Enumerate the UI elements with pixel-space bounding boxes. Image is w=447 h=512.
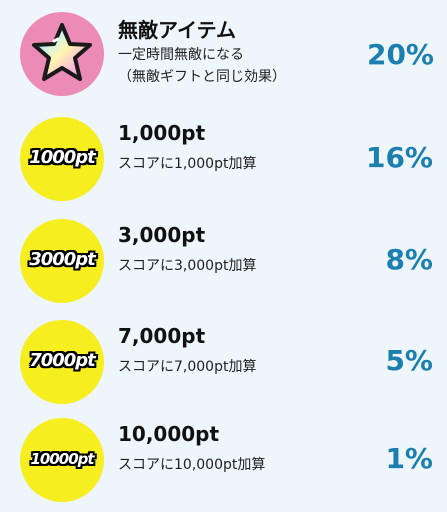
item-description: スコアに7,000pt加算 [118,359,257,375]
points-badge-icon: 10000pt [20,418,104,502]
item-rate: 8% [385,243,433,276]
item-description: 一定時間無敵になる （無敵ギフトと同じ効果） [118,44,286,88]
points-badge-icon: 1000pt [20,117,104,201]
list-item: 3000pt 3,000pt スコアに3,000pt加算 8% [0,215,447,307]
item-rate: 16% [365,141,433,174]
item-rate: 1% [385,442,433,475]
list-item: 7000pt 7,000pt スコアに7,000pt加算 5% [0,316,447,408]
item-description-line: （無敵ギフトと同じ効果） [118,69,286,85]
item-description: スコアに1,000pt加算 [118,156,257,172]
item-title: 無敵アイテム [118,18,236,42]
item-rate: 20% [366,38,434,71]
item-rate: 5% [385,344,433,377]
list-item: 10000pt 10,000pt スコアに10,000pt加算 1% [0,414,447,508]
points-badge-icon: 7000pt [20,320,104,404]
item-title: 3,000pt [118,223,206,247]
badge-label: 10000pt [30,450,94,468]
item-description: スコアに3,000pt加算 [118,258,257,274]
badge-label: 7000pt [29,350,96,371]
badge-label: 3000pt [29,249,96,270]
points-badge-icon: 3000pt [20,219,104,303]
item-description-line: 一定時間無敵になる [118,47,244,63]
rainbow-star-icon [32,23,92,81]
list-item: 1000pt 1,000pt スコアに1,000pt加算 16% [0,113,447,205]
item-title: 1,000pt [118,121,206,145]
list-item: 無敵アイテム 一定時間無敵になる （無敵ギフトと同じ効果） 20% [0,8,447,104]
item-probability-list: 無敵アイテム 一定時間無敵になる （無敵ギフトと同じ効果） 20% 1000pt… [0,0,447,512]
item-description: スコアに10,000pt加算 [118,457,266,473]
item-title: 10,000pt [118,422,220,446]
badge-label: 1000pt [29,147,96,168]
item-badge [20,12,104,96]
item-title: 7,000pt [118,324,206,348]
